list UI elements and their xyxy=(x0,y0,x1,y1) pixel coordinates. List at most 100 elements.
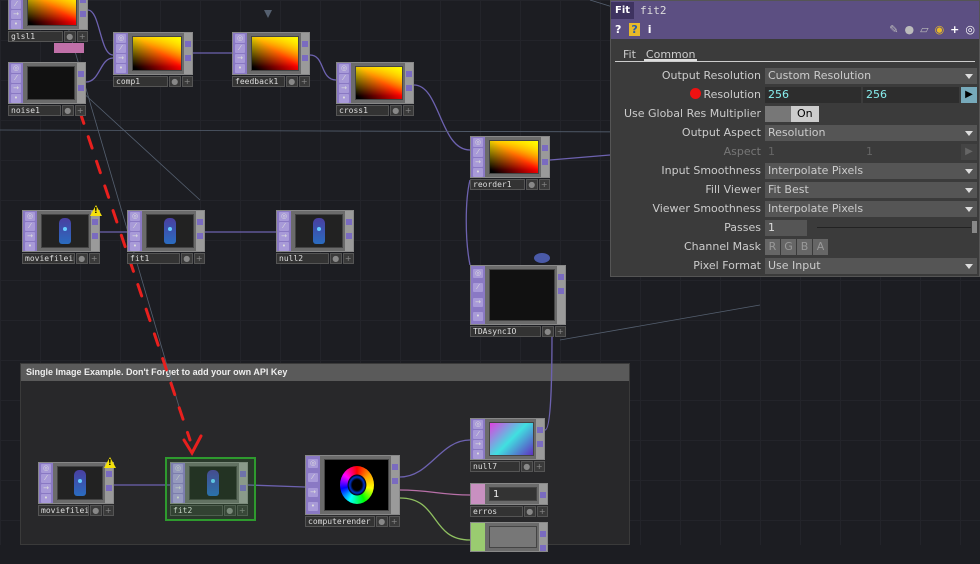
output-connector[interactable] xyxy=(539,523,547,551)
display-flag[interactable]: ● xyxy=(62,105,74,116)
cook-icon[interactable]: • xyxy=(11,93,21,103)
clipboard-icon[interactable]: ▱ xyxy=(920,23,928,36)
mask-g[interactable]: G xyxy=(781,238,796,255)
bypass-icon[interactable]: ⁄ xyxy=(11,0,21,9)
viewer-icon[interactable]: ◎ xyxy=(116,33,126,43)
output-connector[interactable] xyxy=(539,484,547,512)
node-label[interactable]: feedback1 xyxy=(232,76,285,87)
python-help-icon[interactable]: ? xyxy=(629,23,640,36)
lock-icon[interactable]: → xyxy=(473,297,483,307)
lock-icon[interactable]: → xyxy=(339,83,349,93)
display-flag[interactable]: ● xyxy=(521,461,533,472)
mask-a[interactable]: A xyxy=(813,238,828,255)
bypass-icon[interactable]: ⁄ xyxy=(41,473,51,483)
viewer-smoothness-dropdown[interactable]: Interpolate Pixels xyxy=(765,200,977,217)
cook-icon[interactable]: • xyxy=(279,241,289,251)
edit-icon[interactable]: ✎ xyxy=(889,23,898,36)
viewer-icon[interactable]: ◎ xyxy=(473,268,483,278)
node-label[interactable]: TDAsyncIO xyxy=(470,326,541,337)
output-connector[interactable] xyxy=(391,456,399,514)
bypass-icon[interactable]: ⁄ xyxy=(11,73,21,83)
lock-icon[interactable]: → xyxy=(25,231,35,241)
node-null7[interactable]: ◎ ⁄ → • null7 ● + xyxy=(470,418,545,472)
node-computerender[interactable]: ◎ ⁄ → • computerender ● + xyxy=(305,455,400,527)
display-flag[interactable]: ● xyxy=(390,105,402,116)
bypass-icon[interactable]: ⁄ xyxy=(130,221,140,231)
add-icon[interactable]: + xyxy=(102,505,114,516)
resolution-width-field[interactable]: 256 xyxy=(765,86,861,103)
lock-icon[interactable]: → xyxy=(11,9,21,19)
output-connector[interactable] xyxy=(79,0,87,29)
node-tdasyncio[interactable]: ◎ ⁄ → • TDAsyncIO ● + xyxy=(470,265,566,337)
lock-icon[interactable]: → xyxy=(11,83,21,93)
pixel-format-dropdown[interactable]: Use Input xyxy=(765,257,977,274)
viewer-icon[interactable]: ◎ xyxy=(279,211,289,221)
cook-icon[interactable]: • xyxy=(308,502,318,512)
add-icon[interactable]: + xyxy=(402,105,414,116)
help-icon[interactable]: ? xyxy=(615,23,621,36)
lock-icon[interactable]: → xyxy=(279,231,289,241)
display-flag[interactable]: ● xyxy=(542,326,554,337)
add-icon[interactable]: + xyxy=(950,23,959,36)
display-flag[interactable]: ● xyxy=(90,505,102,516)
viewer-icon[interactable]: ◎ xyxy=(339,63,349,73)
display-flag[interactable]: ● xyxy=(330,253,342,264)
node-glsl1[interactable]: ◎⁄→•glsl1●+ xyxy=(8,0,88,42)
display-flag[interactable]: ● xyxy=(526,179,538,190)
node-label[interactable]: null7 xyxy=(470,461,520,472)
lock-icon[interactable]: → xyxy=(473,157,483,167)
lock-icon[interactable]: → xyxy=(41,483,51,493)
node-label[interactable]: moviefilein1 xyxy=(22,253,75,264)
lock-icon[interactable]: → xyxy=(308,487,318,497)
display-flag[interactable]: ● xyxy=(169,76,181,87)
passes-field[interactable]: 1 xyxy=(765,219,807,236)
display-flag[interactable]: ● xyxy=(76,253,88,264)
comment-icon[interactable]: ● xyxy=(904,23,914,36)
output-connector[interactable] xyxy=(196,211,204,251)
viewer-icon[interactable]: ◎ xyxy=(473,419,483,429)
bypass-icon[interactable]: ⁄ xyxy=(473,147,483,157)
add-icon[interactable]: + xyxy=(538,179,550,190)
display-flag[interactable]: ● xyxy=(286,76,298,87)
node-moviefilein1[interactable]: ◎⁄→• moviefilein1●+! xyxy=(22,205,102,264)
cook-icon[interactable]: • xyxy=(11,19,21,29)
output-resolution-dropdown[interactable]: Custom Resolution xyxy=(765,67,977,84)
resolution-height-field[interactable]: 256 xyxy=(863,86,959,103)
aspect-a-field[interactable]: 1 xyxy=(765,143,861,160)
warning-icon[interactable]: ! xyxy=(104,457,116,468)
add-icon[interactable]: + xyxy=(342,253,354,264)
viewer-icon[interactable]: ◎ xyxy=(41,463,51,473)
node-label[interactable]: erros xyxy=(470,506,523,517)
output-connector[interactable] xyxy=(541,137,549,177)
viewer-icon[interactable]: ◎ xyxy=(11,63,21,73)
node-fit1[interactable]: ◎ ⁄ → • fit1 ● + xyxy=(127,210,205,264)
node-cross1[interactable]: ◎ ⁄ → • cross1 ● + xyxy=(336,62,414,116)
node-moviefilein2[interactable]: ◎⁄→• moviefilein2●+! xyxy=(38,457,116,516)
output-connector[interactable] xyxy=(345,211,353,251)
node-label[interactable]: null2 xyxy=(276,253,329,264)
add-icon[interactable]: + xyxy=(181,76,193,87)
fill-viewer-dropdown[interactable]: Fit Best xyxy=(765,181,977,198)
cook-icon[interactable]: • xyxy=(235,64,245,74)
lock-icon[interactable]: → xyxy=(130,231,140,241)
add-icon[interactable]: + xyxy=(298,76,310,87)
bypass-icon[interactable]: ⁄ xyxy=(473,283,483,293)
output-connector[interactable] xyxy=(91,211,99,251)
display-flag[interactable]: ● xyxy=(64,31,76,42)
cook-icon[interactable]: • xyxy=(473,312,483,322)
bypass-icon[interactable]: ⁄ xyxy=(279,221,289,231)
node-label[interactable]: fit1 xyxy=(127,253,180,264)
add-icon[interactable]: + xyxy=(388,516,400,527)
aspect-b-field[interactable]: 1 xyxy=(863,143,959,160)
bypass-icon[interactable]: ⁄ xyxy=(473,429,483,439)
output-connector[interactable] xyxy=(301,33,309,74)
lock-icon[interactable]: → xyxy=(473,439,483,449)
target-icon[interactable]: ◎ xyxy=(965,23,975,36)
output-connector[interactable] xyxy=(557,266,565,324)
viewer-icon[interactable]: ◎ xyxy=(235,33,245,43)
cook-icon[interactable]: • xyxy=(473,449,483,459)
node-label[interactable]: comp1 xyxy=(113,76,168,87)
op-name-field[interactable]: fit2 xyxy=(634,4,667,17)
output-connector[interactable] xyxy=(184,33,192,74)
cook-icon[interactable]: • xyxy=(25,241,35,251)
